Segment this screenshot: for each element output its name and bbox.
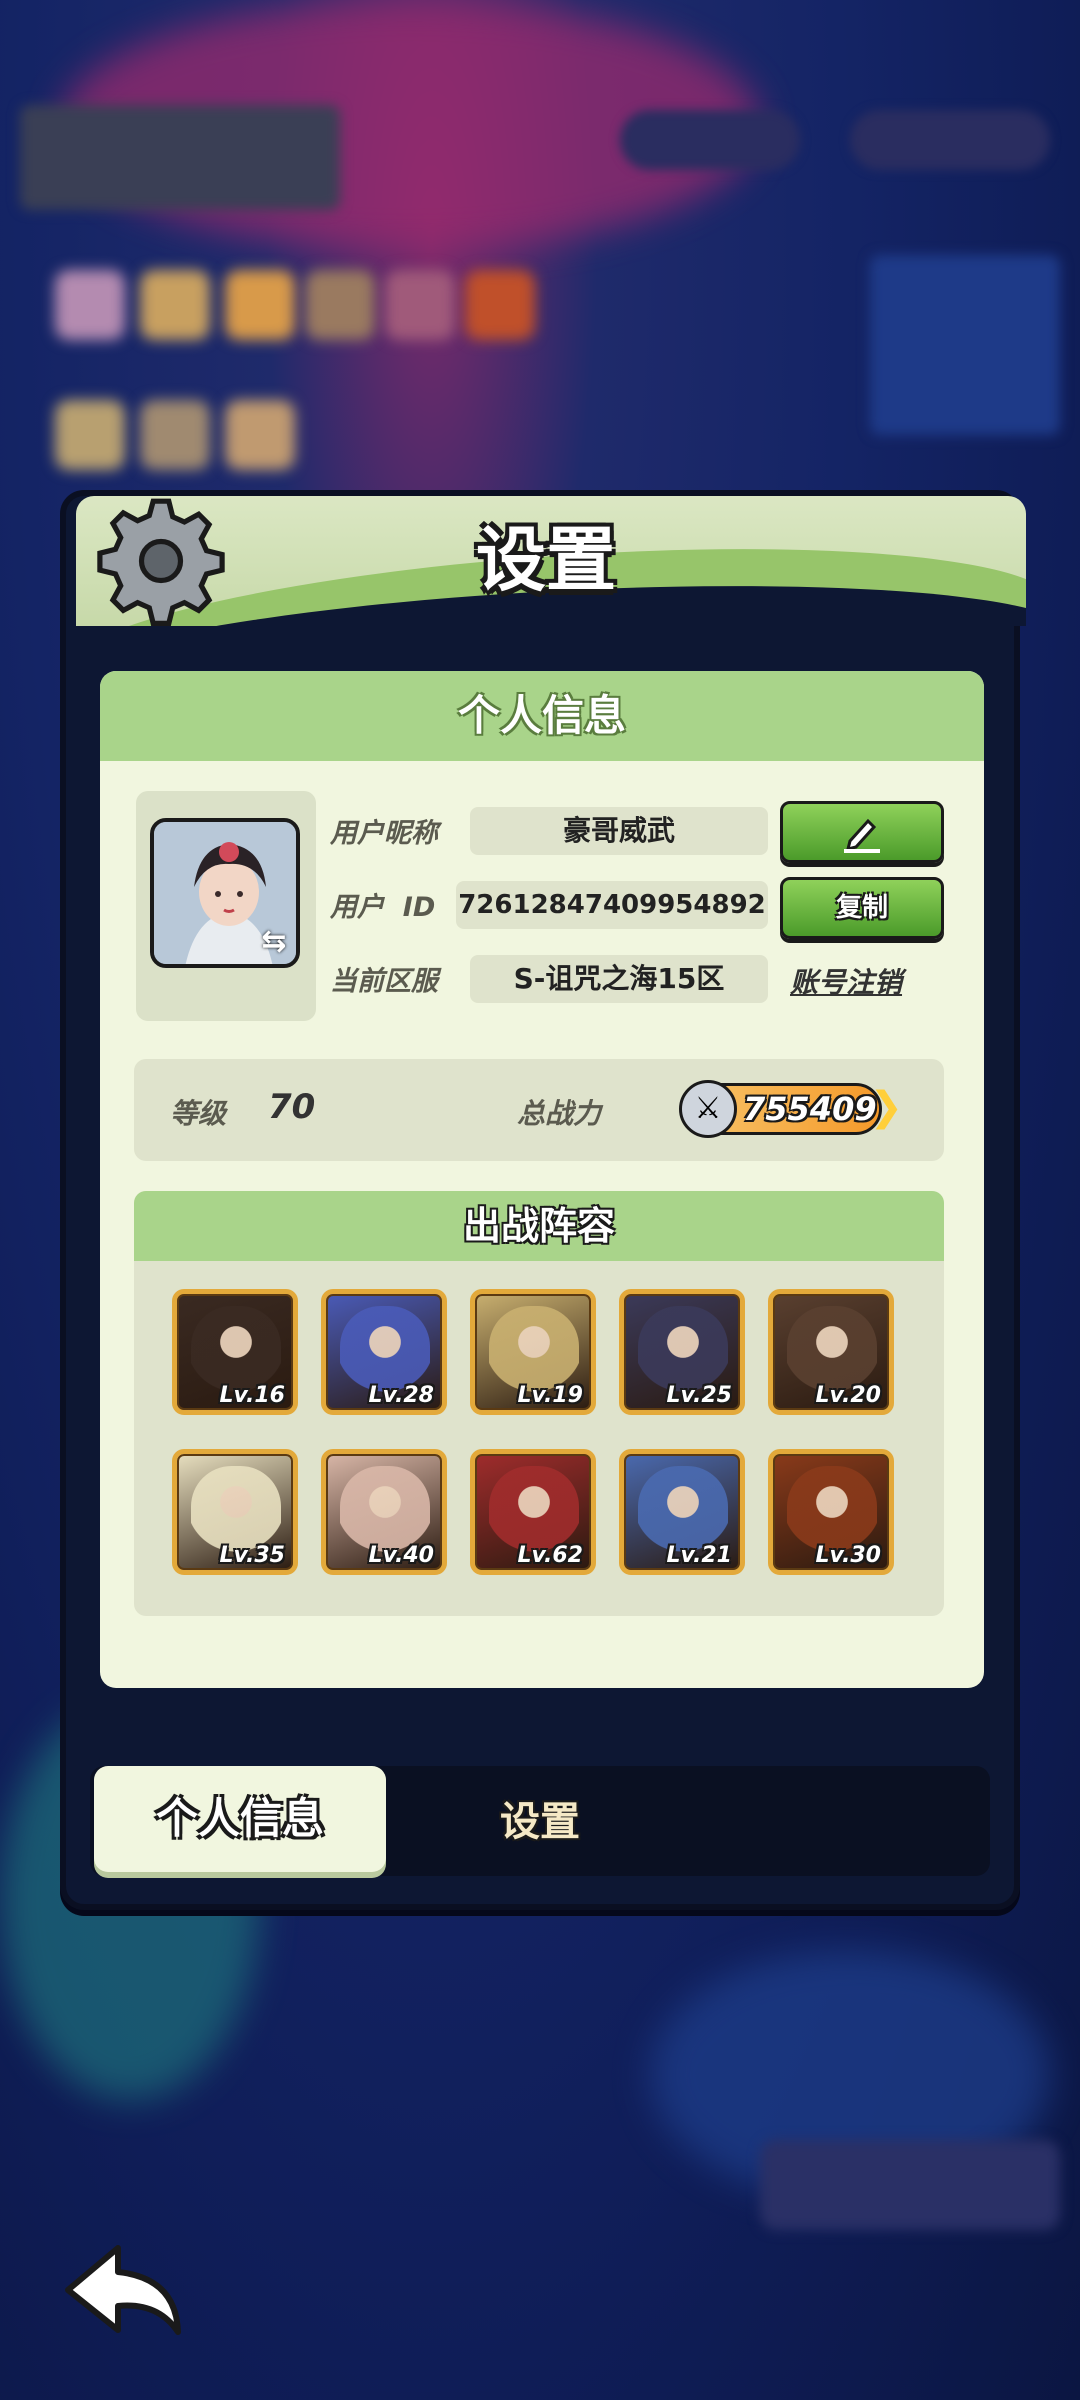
level-value: 70 xyxy=(268,1087,316,1127)
hero-card[interactable]: Lv.20 xyxy=(768,1289,894,1415)
hero-card[interactable]: Lv.21 xyxy=(619,1449,745,1575)
hero-level: Lv.20 xyxy=(815,1383,881,1408)
tab-personal-info[interactable]: 个人信息 xyxy=(94,1766,386,1872)
back-arrow-icon[interactable] xyxy=(58,2240,188,2340)
user-id-value: 72612847409954892 xyxy=(456,881,768,929)
bg-menu-icon xyxy=(55,270,125,340)
user-id-label: 用户 ID xyxy=(330,892,436,923)
tab-bar: 个人信息 设置 xyxy=(90,1766,990,1876)
hero-level: Lv.25 xyxy=(666,1383,732,1408)
hero-grid: Lv.16 Lv.28 Lv.19 Lv.25 Lv.20 Lv.35 Lv.40 Lv.62… xyxy=(172,1289,912,1575)
flame-icon: ❯ xyxy=(869,1084,903,1130)
nickname-label: 用户昵称 xyxy=(330,818,438,849)
bg-resource xyxy=(620,110,800,170)
bg-event-badge xyxy=(760,2140,1060,2230)
bg-menu-icon xyxy=(465,270,535,340)
hero-level: Lv.28 xyxy=(368,1383,434,1408)
hero-level: Lv.35 xyxy=(219,1543,285,1568)
power-badge: ⚔ 755409 ❯ xyxy=(679,1080,903,1138)
hero-card[interactable]: Lv.40 xyxy=(321,1449,447,1575)
server-value: S-诅咒之海15区 xyxy=(470,955,768,1003)
hero-card[interactable]: Lv.62 xyxy=(470,1449,596,1575)
avatar[interactable]: ⇆ xyxy=(150,818,300,968)
hero-card[interactable]: Lv.30 xyxy=(768,1449,894,1575)
avatar-container[interactable]: ⇆ xyxy=(136,791,316,1021)
lineup-heading: 出战阵容 xyxy=(134,1191,944,1261)
bg-menu-icon xyxy=(55,400,125,470)
hero-level: Lv.21 xyxy=(666,1543,732,1568)
hero-level: Lv.62 xyxy=(517,1543,583,1568)
bg-resource xyxy=(850,110,1050,170)
bg-menu-icon xyxy=(140,270,210,340)
hero-card[interactable]: Lv.35 xyxy=(172,1449,298,1575)
stats-bar: 等级 70 总战力 ⚔ 755409 ❯ xyxy=(134,1059,944,1161)
swap-icon[interactable]: ⇆ xyxy=(256,924,292,960)
tab-settings[interactable]: 设置 xyxy=(440,1766,640,1872)
bg-minimap xyxy=(870,255,1060,435)
bg-menu-icon xyxy=(225,270,295,340)
power-label: 总战力 xyxy=(517,1097,602,1130)
power-value: 755409 xyxy=(743,1090,877,1128)
hero-level: Lv.40 xyxy=(368,1543,434,1568)
bg-menu-icon xyxy=(140,400,210,470)
account-cancel-link[interactable]: 账号注销 xyxy=(790,961,902,1001)
panel-title: 设置 xyxy=(476,519,616,601)
hero-level: Lv.16 xyxy=(219,1383,285,1408)
copy-id-button[interactable]: 复制 xyxy=(780,877,944,939)
hero-card[interactable]: Lv.28 xyxy=(321,1289,447,1415)
hero-card[interactable]: Lv.19 xyxy=(470,1289,596,1415)
bg-menu-icon xyxy=(225,400,295,470)
settings-panel: 设置 个人信息 ⇆ 用户昵称 豪哥威武 用户 ID 72612847409954… xyxy=(60,490,1026,1910)
bg-menu-icon xyxy=(305,270,375,340)
hero-level: Lv.19 xyxy=(517,1383,583,1408)
hero-card[interactable]: Lv.16 xyxy=(172,1289,298,1415)
bg-player-bar xyxy=(20,105,340,210)
lineup-section: 出战阵容 Lv.16 Lv.28 Lv.19 Lv.25 Lv.20 Lv.35 Lv.40… xyxy=(134,1191,944,1616)
hero-card[interactable]: Lv.25 xyxy=(619,1289,745,1415)
level-label: 等级 xyxy=(170,1097,227,1130)
crossed-swords-icon: ⚔ xyxy=(679,1080,737,1138)
server-label: 当前区服 xyxy=(330,966,438,997)
personal-info-card: 个人信息 ⇆ 用户昵称 豪哥威武 用户 ID 72612847409954892… xyxy=(100,671,984,1688)
hero-level: Lv.30 xyxy=(815,1543,881,1568)
edit-nickname-button[interactable] xyxy=(780,801,944,863)
pencil-icon xyxy=(844,818,880,853)
bg-menu-icon xyxy=(385,270,455,340)
nickname-value: 豪哥威武 xyxy=(470,807,768,855)
personal-info-heading: 个人信息 xyxy=(100,671,984,761)
